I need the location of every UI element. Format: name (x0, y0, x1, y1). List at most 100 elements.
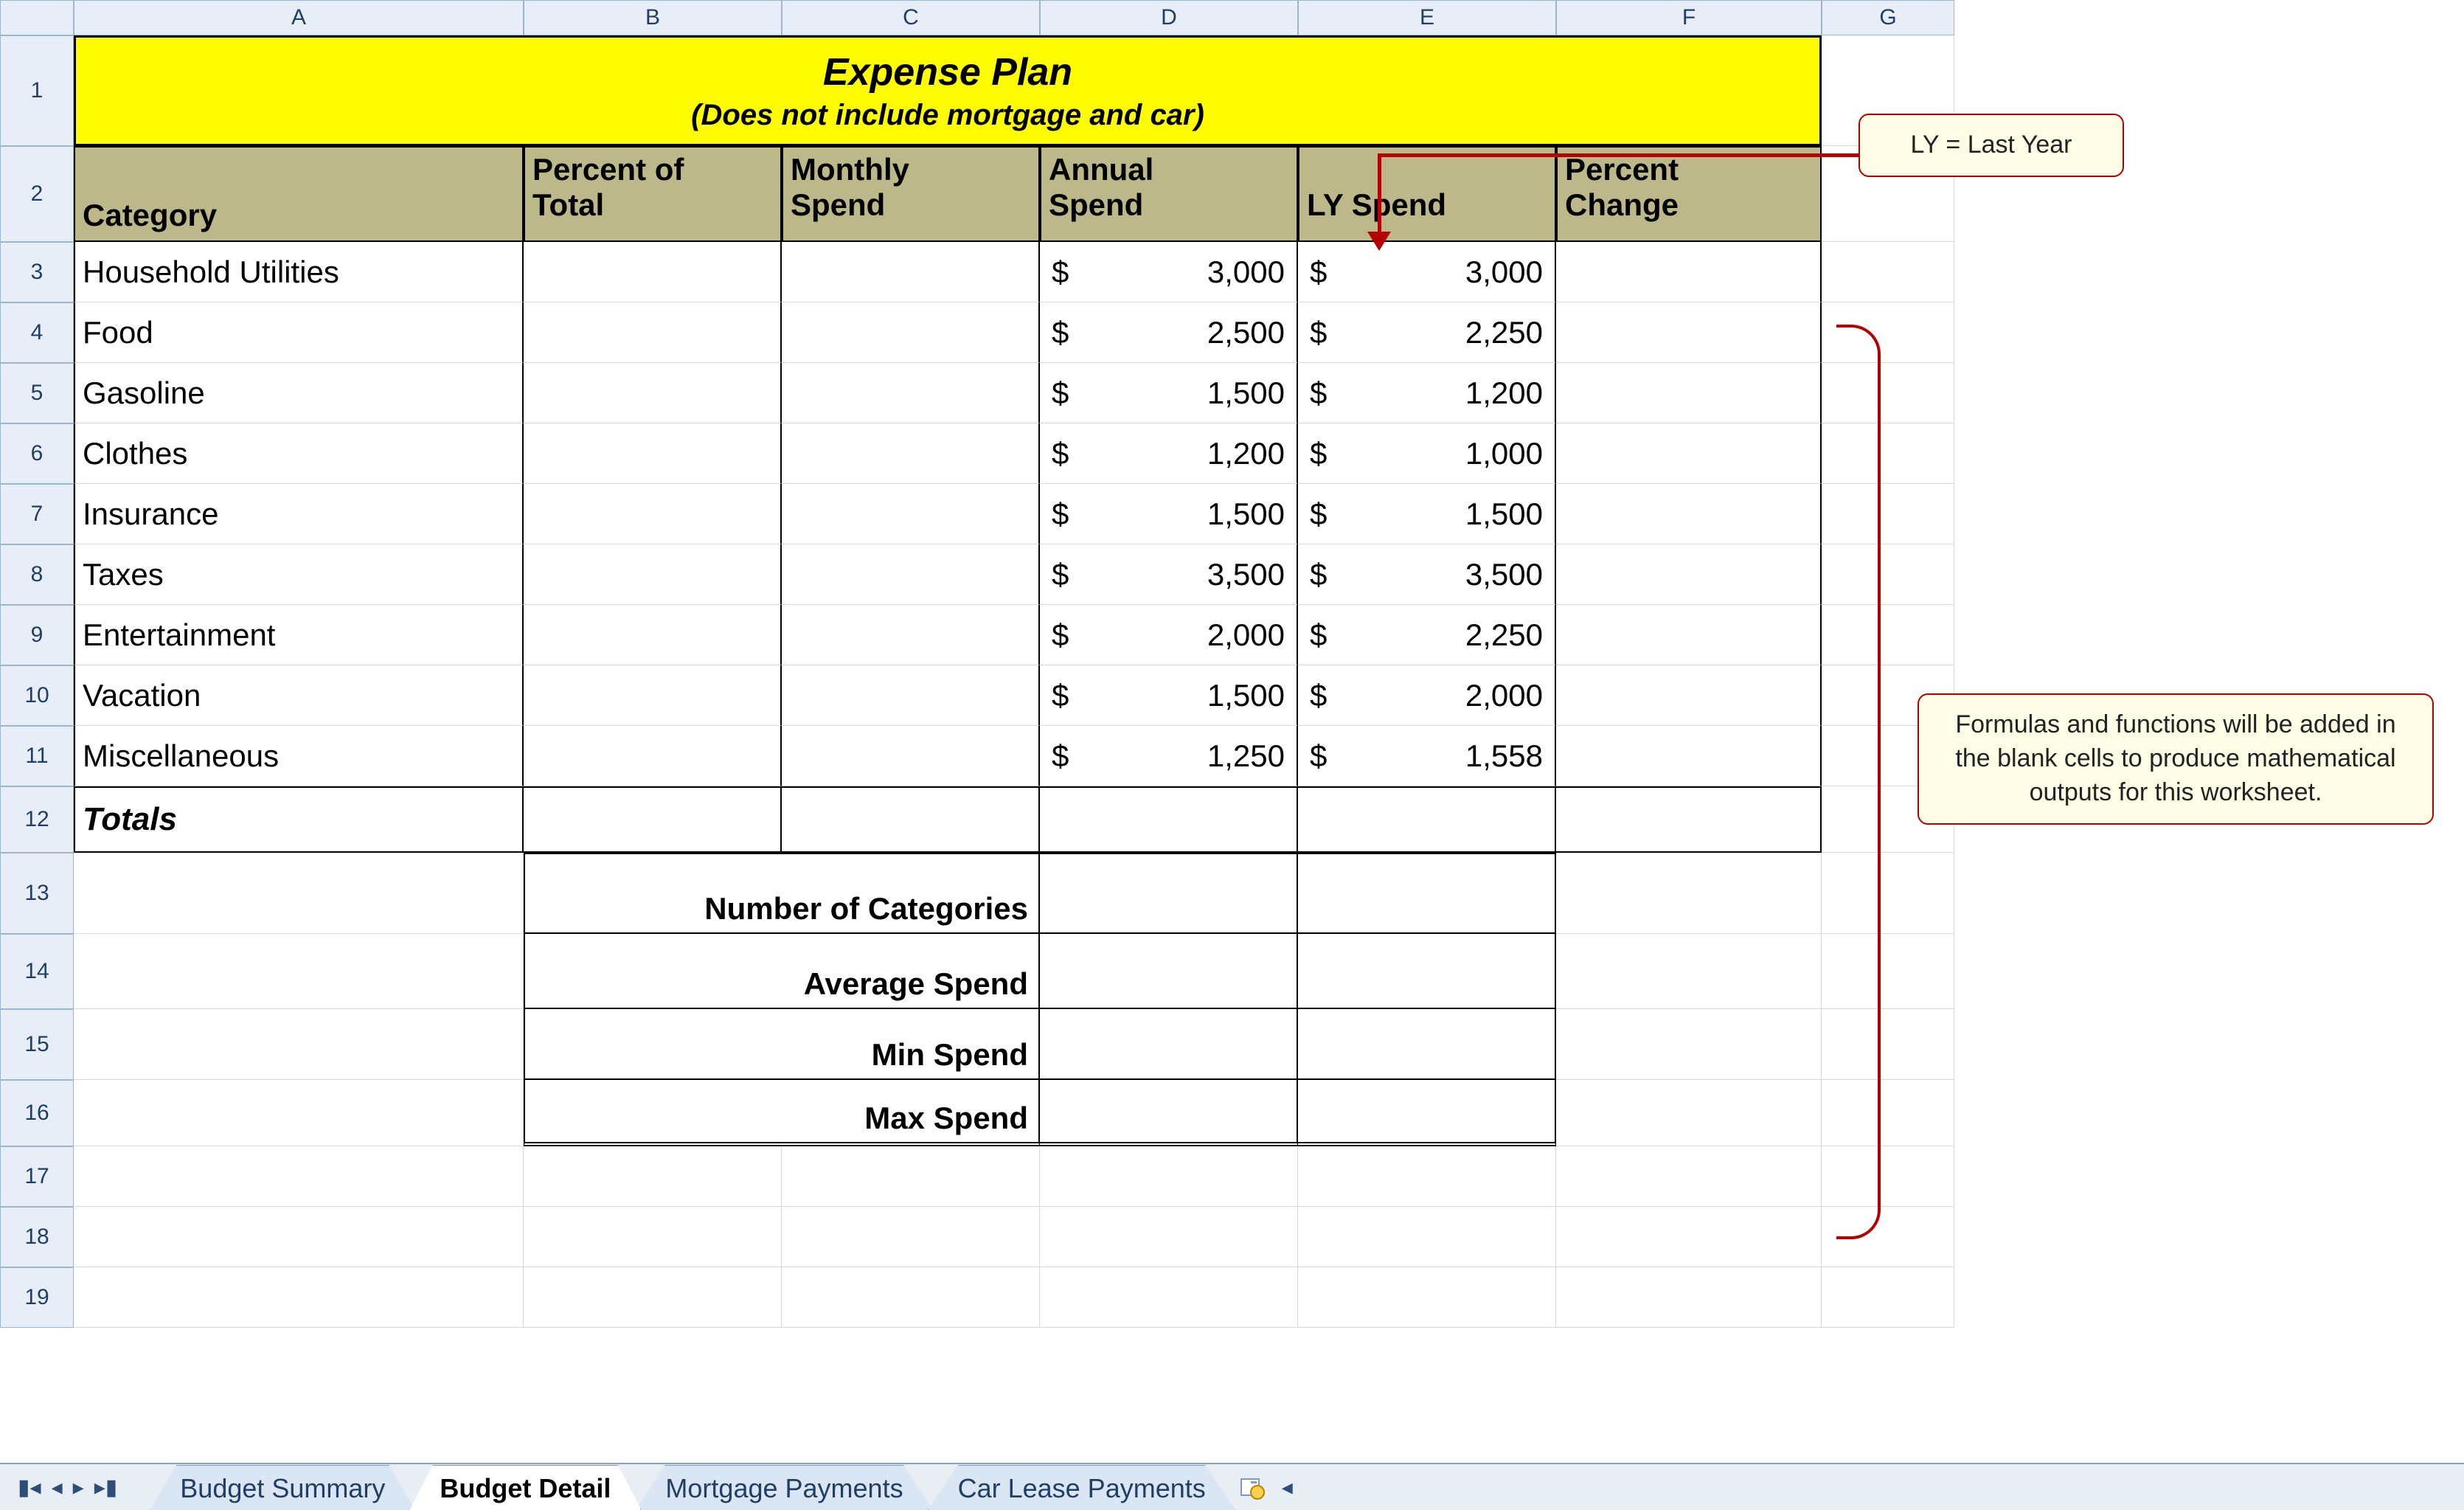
sheet-tab[interactable]: Budget Detail (409, 1465, 641, 1510)
money-cell[interactable]: $1,500 (1040, 665, 1298, 726)
money-value: 1,250 (1207, 738, 1285, 774)
sheet-tab[interactable]: Mortgage Payments (635, 1465, 933, 1510)
row-header-18[interactable]: 18 (0, 1207, 74, 1267)
category-cell[interactable]: Clothes (74, 423, 524, 484)
header-B[interactable]: Percent ofTotal (524, 146, 782, 242)
row-header-11[interactable]: 11 (0, 726, 74, 786)
totals-label[interactable]: Totals (74, 786, 524, 853)
sheet-tab[interactable]: Car Lease Payments (928, 1465, 1236, 1510)
money-cell[interactable]: $1,200 (1040, 423, 1298, 484)
column-header-D[interactable]: D (1040, 0, 1298, 35)
money-cell[interactable]: $2,500 (1040, 302, 1298, 363)
money-value: 3,500 (1465, 557, 1543, 592)
row-header-7[interactable]: 7 (0, 484, 74, 544)
money-cell[interactable]: $1,500 (1040, 363, 1298, 423)
header-D[interactable]: AnnualSpend (1040, 146, 1298, 242)
currency-symbol: $ (1310, 617, 1327, 653)
column-header-E[interactable]: E (1298, 0, 1556, 35)
row-header-6[interactable]: 6 (0, 423, 74, 484)
row-header-9[interactable]: 9 (0, 605, 74, 665)
cell-grid[interactable]: Expense Plan(Does not include mortgage a… (74, 35, 1954, 1328)
header-A[interactable]: Category (74, 146, 524, 242)
stat-label[interactable]: Number of Categories (524, 853, 1040, 934)
title-sub: (Does not include mortgage and car) (691, 99, 1204, 132)
money-cell[interactable]: $1,250 (1040, 726, 1298, 786)
new-sheet-icon[interactable] (1238, 1472, 1267, 1502)
tab-nav-first-icon[interactable]: ▮◂ (18, 1475, 41, 1500)
arrow-line-v (1378, 153, 1381, 235)
header-E[interactable]: LY Spend (1298, 146, 1556, 242)
row-header-5[interactable]: 5 (0, 363, 74, 423)
tab-nav-last-icon[interactable]: ▸▮ (94, 1475, 118, 1500)
stat-label[interactable]: Average Spend (524, 934, 1040, 1009)
tab-nav-prev-icon[interactable]: ◂ (52, 1475, 63, 1500)
money-cell[interactable]: $2,250 (1298, 302, 1556, 363)
category-cell[interactable]: Vacation (74, 665, 524, 726)
currency-symbol: $ (1310, 315, 1327, 350)
tab-nav-buttons: ▮◂ ◂ ▸ ▸▮ (0, 1475, 135, 1500)
spreadsheet-area: ABCDEFG 12345678910111213141516171819 Ex… (0, 0, 2464, 1510)
money-value: 1,500 (1465, 496, 1543, 532)
currency-symbol: $ (1052, 436, 1069, 471)
category-cell[interactable]: Insurance (74, 484, 524, 544)
money-cell[interactable]: $1,500 (1040, 484, 1298, 544)
row-header-13[interactable]: 13 (0, 853, 74, 934)
money-cell[interactable]: $1,558 (1298, 726, 1556, 786)
money-cell[interactable]: $2,250 (1298, 605, 1556, 665)
row-header-12[interactable]: 12 (0, 786, 74, 853)
money-cell[interactable]: $1,000 (1298, 423, 1556, 484)
sheet-tab[interactable]: Budget Summary (150, 1465, 415, 1510)
callout-formulas-text: Formulas and functions will be added in … (1955, 710, 2395, 806)
row-header-16[interactable]: 16 (0, 1080, 74, 1146)
row-header-14[interactable]: 14 (0, 934, 74, 1009)
header-F[interactable]: PercentChange (1556, 146, 1822, 242)
column-header-F[interactable]: F (1556, 0, 1822, 35)
money-cell[interactable]: $3,000 (1040, 242, 1298, 302)
currency-symbol: $ (1310, 254, 1327, 290)
currency-symbol: $ (1310, 557, 1327, 592)
money-cell[interactable]: $1,200 (1298, 363, 1556, 423)
hscroll-left-icon[interactable]: ◂ (1282, 1475, 1293, 1500)
sheet-tab-bar: ▮◂ ◂ ▸ ▸▮ Budget SummaryBudget DetailMor… (0, 1463, 2464, 1510)
category-cell[interactable]: Miscellaneous (74, 726, 524, 786)
row-header-4[interactable]: 4 (0, 302, 74, 363)
money-cell[interactable]: $3,000 (1298, 242, 1556, 302)
row-header-10[interactable]: 10 (0, 665, 74, 726)
row-header-17[interactable]: 17 (0, 1146, 74, 1207)
category-cell[interactable]: Taxes (74, 544, 524, 605)
money-value: 1,558 (1465, 738, 1543, 774)
money-cell[interactable]: $3,500 (1040, 544, 1298, 605)
stat-label[interactable]: Max Spend (524, 1080, 1040, 1146)
category-cell[interactable]: Food (74, 302, 524, 363)
tab-nav-next-icon[interactable]: ▸ (73, 1475, 84, 1500)
column-header-G[interactable]: G (1822, 0, 1954, 35)
currency-symbol: $ (1052, 496, 1069, 532)
currency-symbol: $ (1052, 254, 1069, 290)
money-value: 2,250 (1465, 315, 1543, 350)
category-cell[interactable]: Entertainment (74, 605, 524, 665)
money-value: 1,500 (1207, 496, 1285, 532)
money-cell[interactable]: $2,000 (1298, 665, 1556, 726)
stat-label[interactable]: Min Spend (524, 1009, 1040, 1080)
select-all-corner[interactable] (0, 0, 74, 35)
row-header-19[interactable]: 19 (0, 1267, 74, 1328)
money-cell[interactable]: $1,500 (1298, 484, 1556, 544)
title-cell[interactable]: Expense Plan(Does not include mortgage a… (74, 35, 1822, 146)
row-header-8[interactable]: 8 (0, 544, 74, 605)
money-value: 1,200 (1207, 436, 1285, 471)
column-header-C[interactable]: C (782, 0, 1040, 35)
row-header-3[interactable]: 3 (0, 242, 74, 302)
money-value: 2,250 (1465, 617, 1543, 653)
row-header-2[interactable]: 2 (0, 146, 74, 242)
column-header-B[interactable]: B (524, 0, 782, 35)
category-cell[interactable]: Household Utilities (74, 242, 524, 302)
money-cell[interactable]: $2,000 (1040, 605, 1298, 665)
money-value: 1,500 (1207, 375, 1285, 411)
currency-symbol: $ (1310, 375, 1327, 411)
money-cell[interactable]: $3,500 (1298, 544, 1556, 605)
row-header-15[interactable]: 15 (0, 1009, 74, 1080)
row-header-1[interactable]: 1 (0, 35, 74, 146)
column-header-A[interactable]: A (74, 0, 524, 35)
header-C[interactable]: MonthlySpend (782, 146, 1040, 242)
category-cell[interactable]: Gasoline (74, 363, 524, 423)
